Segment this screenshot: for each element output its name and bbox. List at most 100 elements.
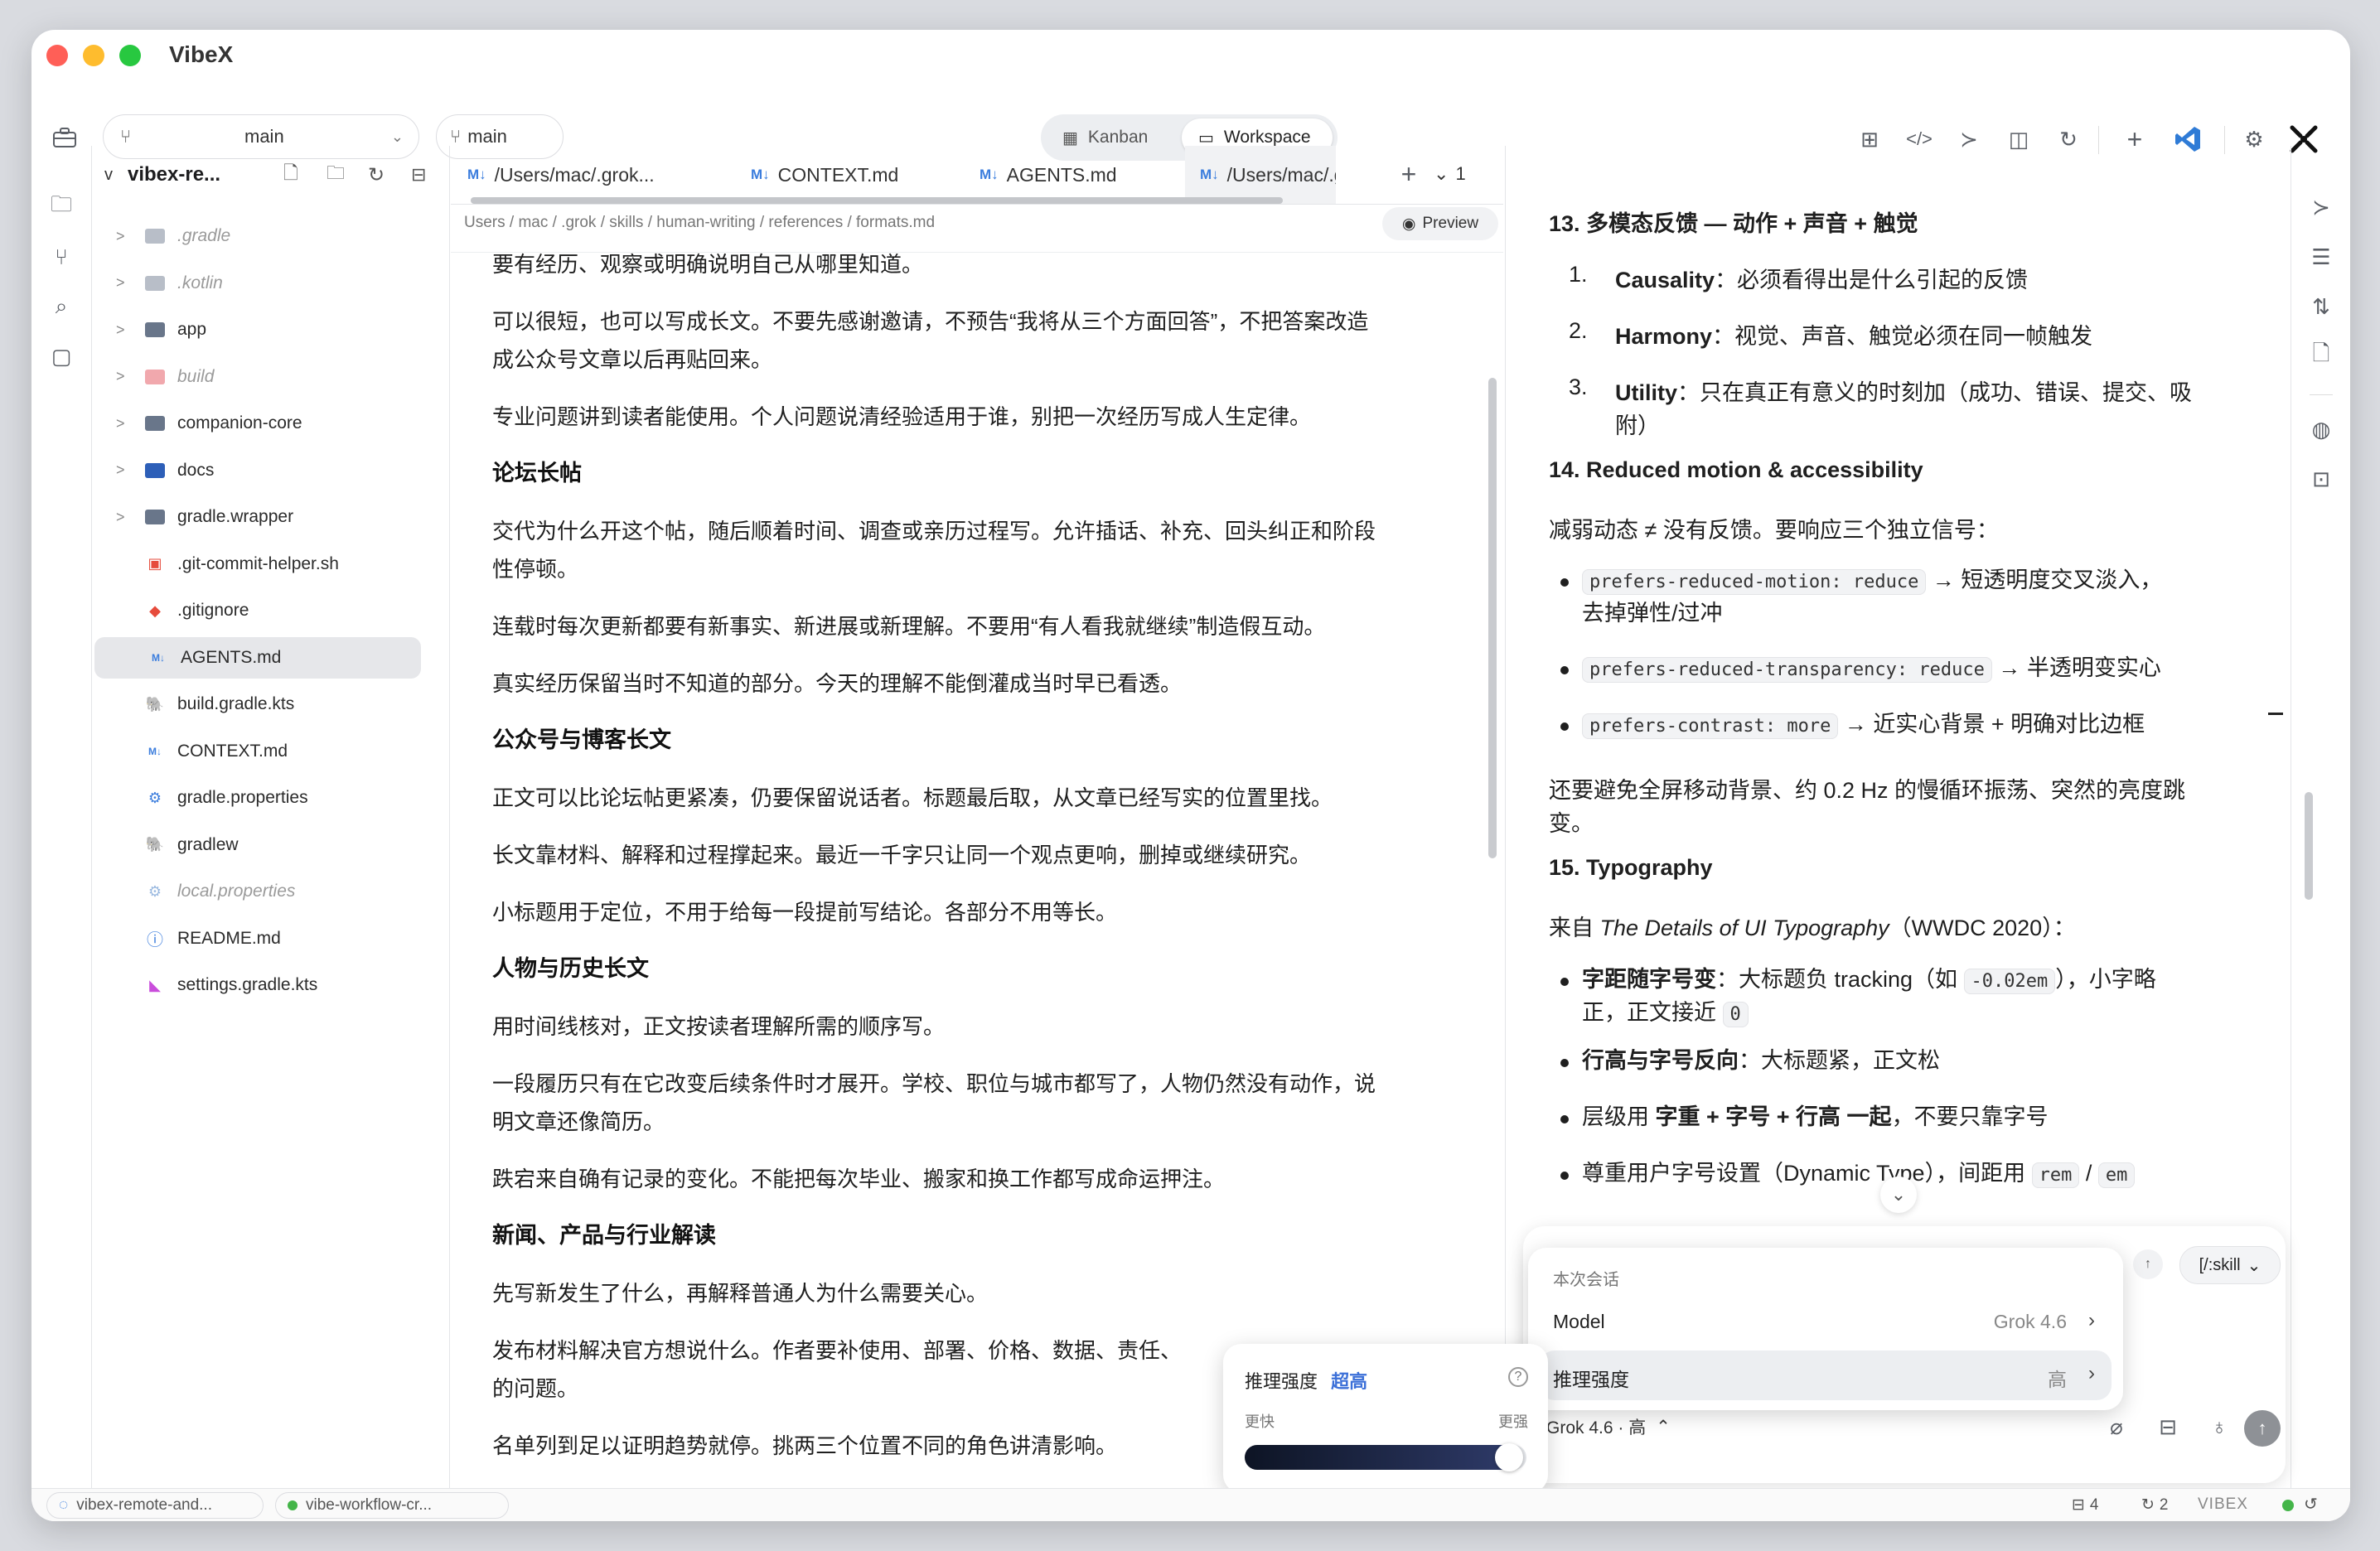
bullet xyxy=(1560,1115,1569,1123)
source-control-icon[interactable]: ⑂ xyxy=(45,240,78,273)
text-suffix: （WWDC 2020）： xyxy=(1889,916,2076,940)
help-icon[interactable]: ? xyxy=(1508,1367,1528,1387)
screenshot-icon[interactable]: ⊡ xyxy=(2305,462,2338,495)
list-text: 正，正文接近 xyxy=(1582,1000,1723,1025)
chat-icon[interactable]: ▢ xyxy=(45,340,78,373)
editor-tab[interactable]: M↓ AGENTS.md xyxy=(980,146,1117,204)
tree-item-label: AGENTS.md xyxy=(181,647,282,667)
tree-folder[interactable]: > gradle.wrapper xyxy=(91,496,449,538)
archive-icon[interactable]: ⊟ xyxy=(2151,1410,2184,1443)
markdown-line: 成公众号文章以后再贴回来。 xyxy=(492,347,773,372)
workflow-pill[interactable]: vibe-workflow-cr... xyxy=(275,1492,509,1519)
markdown-heading: 公众号与博客长文 xyxy=(492,727,671,752)
sync-count: 2 xyxy=(2159,1496,2169,1514)
chevron-right-icon[interactable]: > xyxy=(116,228,125,245)
effort-slider[interactable] xyxy=(1245,1443,1526,1471)
session-menu: 本次会话 Model Grok 4.6 › 推理强度 高 › xyxy=(1528,1248,2123,1410)
tree-file[interactable]: ▣ .git-commit-helper.sh xyxy=(91,544,449,585)
menu-row-reasoning[interactable]: 推理强度 高 › xyxy=(1540,1350,2112,1400)
sync-status-icon[interactable]: ↺ xyxy=(2304,1494,2318,1515)
refresh-tree-icon[interactable]: ↻ xyxy=(368,163,385,187)
list-text: → 近实心背景 + 明确对比边框 xyxy=(1838,712,2145,737)
settings-file-icon: ⚙ xyxy=(148,882,162,900)
tree-folder[interactable]: > .gradle xyxy=(91,215,449,257)
upload-arrow-icon[interactable]: ↑ xyxy=(2133,1249,2163,1279)
editor-scrollbar[interactable] xyxy=(1488,378,1497,858)
preview-button[interactable]: ◉ Preview xyxy=(1382,207,1498,240)
preview-button-label: Preview xyxy=(1422,215,1479,232)
list-number: 1. xyxy=(1569,262,1588,287)
tab-overflow-menu[interactable]: ⌄ 1 xyxy=(1434,157,1466,191)
eye-icon: ◉ xyxy=(1401,215,1416,233)
chevron-right-icon[interactable]: > xyxy=(116,321,125,339)
collapse-chevron-icon[interactable]: v xyxy=(104,166,113,185)
tree-file[interactable]: ⚙ local.properties xyxy=(91,871,449,912)
editor-tab[interactable]: M↓ CONTEXT.md xyxy=(751,146,898,204)
tabs-scrollbar[interactable] xyxy=(471,197,1283,204)
scroll-down-button[interactable]: ⌄ xyxy=(1880,1177,1917,1213)
list-text: 尊重用户字号设置（Dynamic Type），间距用 xyxy=(1582,1161,2032,1186)
lightbulb-icon[interactable]: ♁ xyxy=(2203,1410,2236,1443)
tree-file[interactable]: ◆ .gitignore xyxy=(91,590,449,631)
collapse-all-icon[interactable]: ⊟ xyxy=(411,164,426,186)
inline-code: prefers-contrast: more xyxy=(1582,713,1839,739)
editor-tab-active[interactable]: M↓ /Users/mac/.grc xyxy=(1185,146,1336,204)
list-text-continued: 附） xyxy=(1615,413,1660,438)
tree-file[interactable]: 🐘 build.gradle.kts xyxy=(91,684,449,725)
tree-folder[interactable]: > .kotlin xyxy=(91,263,449,304)
folder-icon xyxy=(144,368,166,386)
new-tab-icon[interactable]: + xyxy=(1392,157,1425,191)
chevron-right-icon[interactable]: > xyxy=(116,461,125,479)
list-icon[interactable]: ☰ xyxy=(2305,240,2338,273)
tree-file[interactable]: M↓ AGENTS.md xyxy=(94,636,421,679)
send-button[interactable]: ↑ xyxy=(2244,1410,2281,1447)
globe-icon[interactable]: ◍ xyxy=(2305,413,2338,446)
folder-icon xyxy=(144,321,166,339)
minimize-marker-icon[interactable] xyxy=(2268,713,2283,715)
git-branch-icon: ⑂ xyxy=(120,126,132,147)
inbox-counter[interactable]: ⊟ 4 xyxy=(2072,1495,2099,1515)
sync-counter[interactable]: ↻ 2 xyxy=(2141,1495,2169,1515)
paragraph: 减弱动态 ≠ 没有反馈。要响应三个独立信号： xyxy=(1549,518,1999,543)
model-chip[interactable]: Grok 4.6 · 高 ⌃ xyxy=(1546,1410,1671,1443)
new-file-icon[interactable]: 🗋 xyxy=(283,159,298,191)
editor-tab[interactable]: M↓ /Users/mac/.grok... xyxy=(467,146,655,204)
folder-icon[interactable]: 🗀 xyxy=(45,191,78,224)
effort-slider-knob[interactable] xyxy=(1494,1443,1523,1471)
tree-folder[interactable]: > app xyxy=(91,309,449,350)
chevron-right-icon[interactable]: > xyxy=(116,274,125,292)
pull-request-icon[interactable]: ⇅ xyxy=(2305,290,2338,323)
menu-row-model[interactable]: Model Grok 4.6 › xyxy=(1540,1297,2112,1347)
tree-folder[interactable]: > build xyxy=(91,356,449,398)
markdown-heading: 人物与历史长文 xyxy=(492,956,649,981)
skill-button[interactable]: [/:skill ⌄ xyxy=(2179,1246,2281,1284)
list-term: Causality xyxy=(1615,268,1715,292)
git-branch-icon: ⑂ xyxy=(450,126,462,147)
tree-file[interactable]: ⓘ README.md xyxy=(91,918,449,959)
gradle-icon: 🐘 xyxy=(145,695,165,713)
chevron-right-icon[interactable]: > xyxy=(116,509,125,526)
search-icon[interactable]: ⌕ xyxy=(45,290,78,323)
grid-icon: ▦ xyxy=(1062,128,1078,147)
worktree-pill[interactable]: ◌ vibex-remote-and... xyxy=(46,1492,264,1519)
tree-file[interactable]: M↓ CONTEXT.md xyxy=(91,731,449,772)
chevron-right-icon[interactable]: > xyxy=(116,368,125,385)
tree-item-label: build.gradle.kts xyxy=(177,694,295,713)
tree-file[interactable]: ⚙ gradle.properties xyxy=(91,777,449,819)
status-bar: ◌ vibex-remote-and... vibe-workflow-cr..… xyxy=(31,1488,2350,1521)
tree-file[interactable]: 🐘 gradlew xyxy=(91,824,449,866)
inline-code: rem xyxy=(2031,1162,2080,1188)
list-item: prefers-reduced-transparency: reduce → 半… xyxy=(1582,650,2161,683)
tree-folder[interactable]: > docs xyxy=(91,450,449,491)
terminal-icon[interactable]: ≻ xyxy=(2305,191,2338,224)
new-folder-icon[interactable]: 🗀 xyxy=(327,159,345,191)
markdown-line: 一段履历只有在它改变后续条件时才展开。学校、职位与城市都写了，人物仍然没有动作，… xyxy=(492,1071,1376,1096)
folder-icon xyxy=(144,274,166,292)
tree-folder[interactable]: > companion-core xyxy=(91,403,449,444)
tree-file[interactable]: ◣ settings.gradle.kts xyxy=(91,964,449,1006)
document-icon[interactable]: 🗋 xyxy=(2305,340,2338,373)
monitor-icon: ▭ xyxy=(1198,128,1214,147)
chevron-right-icon[interactable]: > xyxy=(116,415,125,432)
paperclip-icon[interactable]: ⌀ xyxy=(2100,1410,2133,1443)
bullet xyxy=(1560,578,1569,587)
